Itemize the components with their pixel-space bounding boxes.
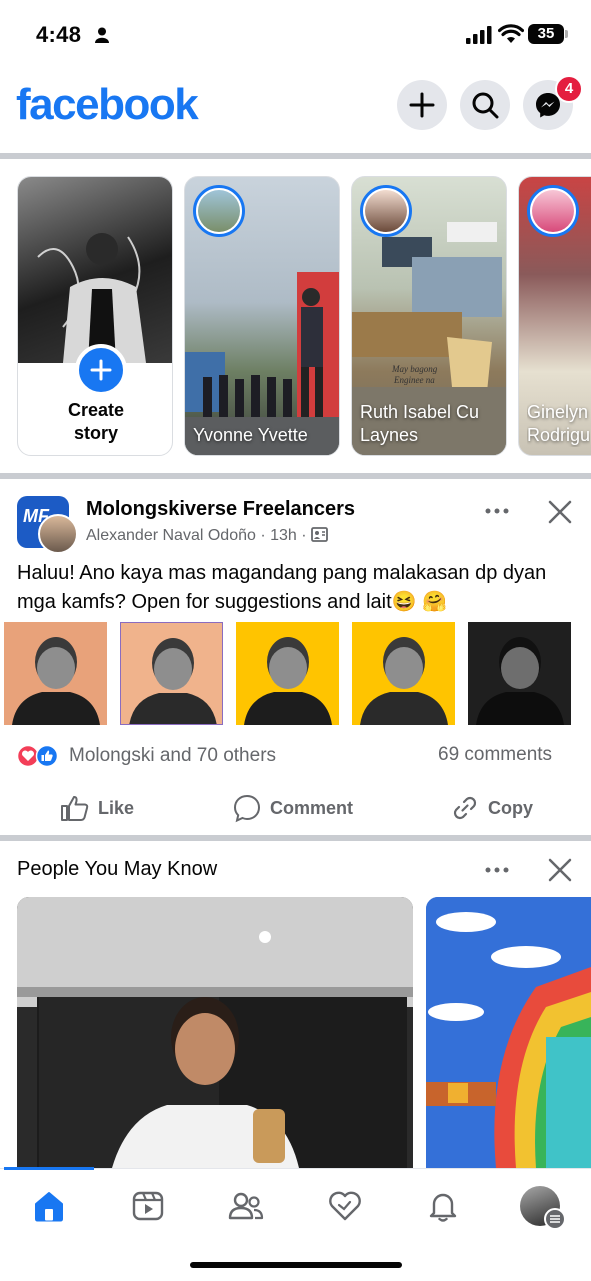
active-tab-indicator xyxy=(4,1167,94,1170)
plus-icon xyxy=(90,359,112,381)
comment-button[interactable]: Comment xyxy=(232,790,353,826)
create-story-label: Create story xyxy=(67,400,125,443)
reels-icon xyxy=(132,1191,164,1221)
friends-icon xyxy=(228,1192,264,1220)
more-options-icon[interactable] xyxy=(484,860,510,880)
person-icon xyxy=(95,27,109,43)
close-icon[interactable] xyxy=(548,500,572,524)
reactions-text: Molongski and 70 others xyxy=(69,745,277,766)
story-card[interactable]: Yvonne Yvette xyxy=(184,176,340,456)
tab-dating[interactable] xyxy=(325,1188,365,1224)
menu-badge xyxy=(544,1208,566,1230)
profile-photo xyxy=(18,177,172,363)
post-photo[interactable] xyxy=(468,622,571,725)
add-story-button[interactable] xyxy=(75,344,127,396)
like-label: Like xyxy=(98,797,135,818)
post-photo[interactable] xyxy=(352,622,455,725)
story-card[interactable]: May bagong Enginee na Ruth Isabel Cu Lay… xyxy=(351,176,507,456)
heart-icon xyxy=(329,1191,361,1221)
divider xyxy=(0,473,591,479)
divider xyxy=(0,153,591,159)
plus-icon xyxy=(409,92,435,118)
like-icon xyxy=(61,795,89,821)
create-button[interactable] xyxy=(397,80,447,130)
battery-level: 35 xyxy=(528,24,564,44)
create-story-card[interactable]: Create story xyxy=(17,176,173,456)
group-name[interactable]: Molongskiverse Freelancers xyxy=(86,498,355,521)
post-photo[interactable] xyxy=(4,622,107,725)
post-photo[interactable] xyxy=(236,622,339,725)
pymk-card[interactable] xyxy=(17,897,413,1168)
comment-label: Comment xyxy=(270,797,354,818)
meta-dot: · xyxy=(260,527,271,544)
svg-text:May bagong: May bagong xyxy=(391,364,438,374)
tab-reels[interactable] xyxy=(128,1188,168,1224)
post-photo[interactable] xyxy=(120,622,223,725)
story-card[interactable]: Ginelyn Rodrigu xyxy=(518,176,591,456)
tab-home[interactable] xyxy=(29,1188,69,1224)
story-author: Yvonne Yvette xyxy=(193,425,308,445)
close-icon[interactable] xyxy=(548,858,572,882)
post-text: Haluu! Ano kaya mas magandang pang malak… xyxy=(17,562,547,613)
like-button[interactable]: Like xyxy=(60,790,134,826)
search-icon xyxy=(472,92,499,119)
status-time: 4:48 xyxy=(36,22,82,47)
comments-count[interactable]: 69 comments xyxy=(438,744,552,766)
post-meta: Alexander Naval Odoño · 13h · xyxy=(86,527,328,545)
pymk-photo xyxy=(426,897,591,1168)
story-avatar xyxy=(193,185,245,237)
more-options-icon[interactable] xyxy=(484,501,510,521)
search-button[interactable] xyxy=(460,80,510,130)
story-avatar xyxy=(360,185,412,237)
home-icon xyxy=(35,1192,63,1222)
post-time[interactable]: 13h xyxy=(270,527,297,544)
cellular-signal-icon xyxy=(466,26,492,44)
comment-icon xyxy=(233,794,261,823)
messenger-badge: 4 xyxy=(555,75,583,103)
divider xyxy=(0,835,591,841)
facebook-logo[interactable]: facebook xyxy=(16,80,199,130)
bell-icon xyxy=(429,1193,457,1222)
svg-text:Enginee na: Enginee na xyxy=(393,375,435,385)
story-author: Ruth Isabel Cu Laynes xyxy=(360,402,480,445)
reactions-summary[interactable]: Molongski and 70 others xyxy=(17,744,276,768)
link-icon xyxy=(453,796,477,820)
menu-icon xyxy=(550,1215,560,1223)
story-author: Ginelyn Rodrigu xyxy=(527,402,591,445)
author-avatar[interactable] xyxy=(38,514,78,554)
members-icon xyxy=(311,527,328,542)
home-indicator xyxy=(190,1262,402,1268)
pymk-title: People You May Know xyxy=(17,858,218,880)
meta-dot: · xyxy=(301,527,312,544)
tab-friends[interactable] xyxy=(226,1188,266,1224)
copy-button[interactable]: Copy xyxy=(450,790,533,826)
pymk-card[interactable] xyxy=(426,897,591,1168)
battery-tip xyxy=(565,30,568,38)
reaction-icons xyxy=(17,744,59,768)
author-name[interactable]: Alexander Naval Odoño xyxy=(86,527,256,544)
copy-label: Copy xyxy=(488,797,533,818)
pymk-photo xyxy=(17,897,413,1168)
wifi-icon xyxy=(498,24,524,43)
status-bar: 4:48 35 xyxy=(0,0,591,70)
tab-notifications[interactable] xyxy=(423,1188,463,1224)
story-avatar xyxy=(527,185,579,237)
